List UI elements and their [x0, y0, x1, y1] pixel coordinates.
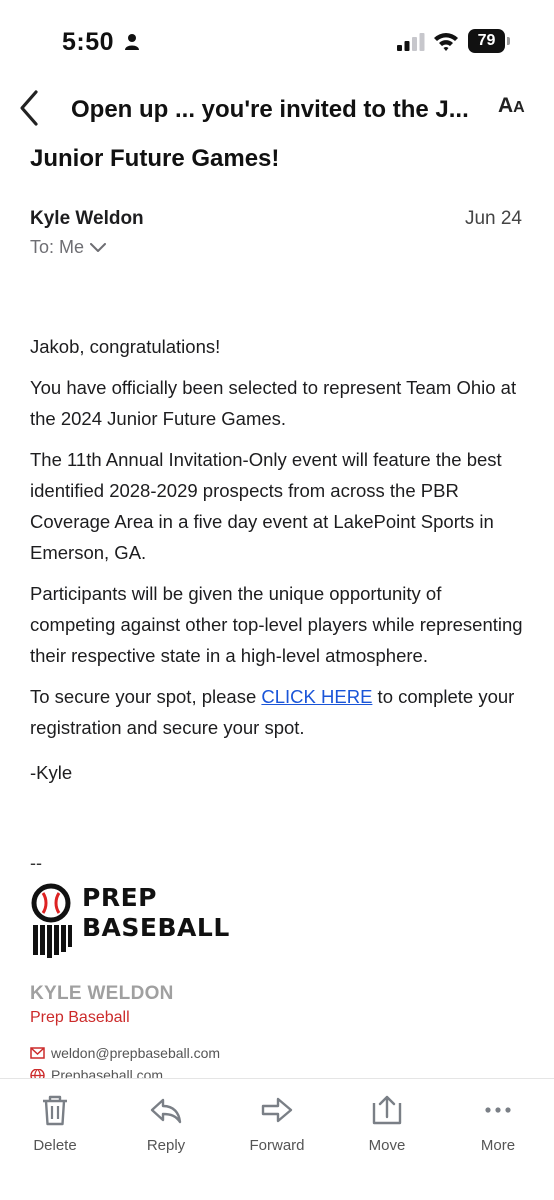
- bottom-toolbar: Delete Reply Forward Move More: [0, 1078, 554, 1200]
- sender-name[interactable]: Kyle Weldon: [30, 208, 144, 230]
- forward-label: Forward: [249, 1137, 305, 1154]
- status-time: 5:50: [62, 28, 115, 56]
- reply-icon: [150, 1098, 182, 1124]
- delete-button[interactable]: Delete: [10, 1093, 100, 1154]
- wifi-icon: [434, 33, 458, 51]
- text-size-large-glyph: A: [498, 94, 514, 117]
- body-paragraph-2: The 11th Annual Invitation-Only event wi…: [30, 449, 502, 563]
- signature-separator: --: [30, 853, 42, 873]
- logo-wordmark: PREP BASEBALL: [82, 883, 230, 942]
- trash-icon: [43, 1095, 67, 1126]
- more-icon: [485, 1107, 511, 1113]
- body-paragraph-4: To secure your spot, please CLICK HERE t…: [30, 681, 530, 743]
- greeting: Jakob, congratulations!: [30, 336, 221, 357]
- reply-label: Reply: [146, 1137, 186, 1154]
- text-size-small-glyph: A: [513, 99, 525, 116]
- baseball-logo-icon: [31, 883, 72, 958]
- chevron-down-icon: [90, 242, 107, 252]
- more-label: More: [480, 1137, 516, 1154]
- battery-level: 79: [468, 29, 505, 53]
- person-icon: [125, 34, 139, 50]
- delete-label: Delete: [33, 1137, 77, 1154]
- envelope-icon: [30, 1047, 45, 1059]
- body-paragraph-3: Participants will be given the unique op…: [30, 583, 523, 666]
- forward-button[interactable]: Forward: [232, 1093, 322, 1154]
- more-button[interactable]: More: [453, 1093, 543, 1154]
- prep-baseball-logo: PREP BASEBALL: [30, 883, 229, 958]
- registration-text-before: To secure your spot, please: [30, 686, 262, 707]
- recipient-label: To: Me: [30, 237, 85, 257]
- subject-continuation: Junior Future Games!: [30, 145, 280, 172]
- move-icon: [372, 1095, 402, 1125]
- message-header: Open up ... you're invited to the J... A…: [0, 80, 554, 138]
- cellular-signal-icon: [397, 33, 425, 51]
- click-here-link[interactable]: CLICK HERE: [261, 686, 372, 707]
- chevron-left-icon[interactable]: [14, 86, 46, 130]
- signature-name: KYLE WELDON: [30, 983, 174, 1004]
- signature-email[interactable]: weldon@prepbaseball.com: [30, 1045, 220, 1061]
- recipient-line[interactable]: To: Me: [30, 237, 107, 258]
- message-date: Jun 24: [464, 208, 522, 229]
- closing: -Kyle: [30, 762, 73, 783]
- move-label: Move: [368, 1137, 406, 1154]
- battery-icon: 79: [468, 29, 510, 53]
- message-title: Open up ... you're invited to the J...: [71, 96, 469, 123]
- signature-email-text: weldon@prepbaseball.com: [51, 1045, 221, 1061]
- reply-button[interactable]: Reply: [121, 1093, 211, 1154]
- text-size-button[interactable]: AA: [498, 94, 534, 124]
- forward-icon: [261, 1097, 293, 1123]
- signature-company: Prep Baseball: [30, 1009, 130, 1026]
- body-paragraph-1: You have officially been selected to rep…: [30, 377, 517, 429]
- email-body: Jakob, congratulations! You have officia…: [30, 331, 530, 798]
- move-button[interactable]: Move: [342, 1093, 432, 1154]
- status-bar: 5:50 79: [0, 0, 554, 80]
